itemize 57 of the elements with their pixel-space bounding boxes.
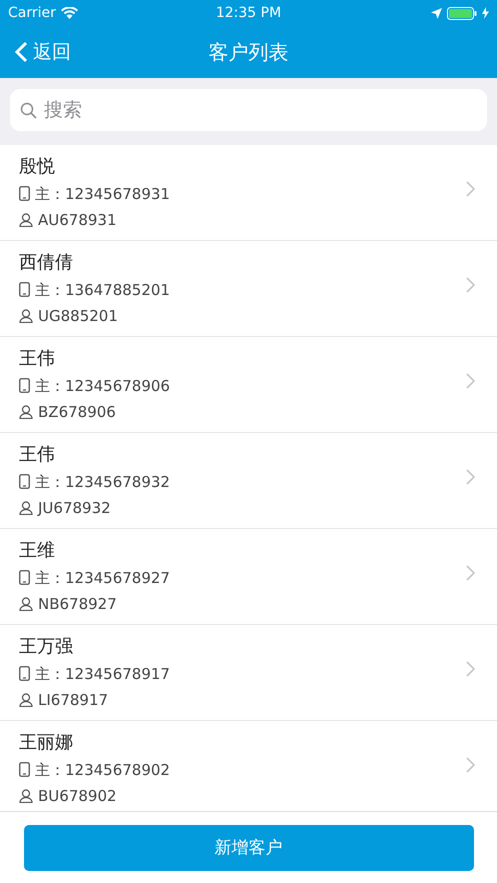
customer-code: AU678931 <box>38 210 117 230</box>
phone-icon <box>19 474 30 489</box>
phone-icon <box>19 570 30 585</box>
phone-number: 主：12345678932 <box>35 472 170 492</box>
person-icon <box>19 404 33 418</box>
customer-code: LI678917 <box>38 690 108 710</box>
customer-row[interactable]: 王伟 主：12345678932 JU678932 <box>0 433 497 529</box>
chevron-icon <box>466 276 475 292</box>
battery-icon <box>447 6 477 20</box>
phone-number: 主：13647885201 <box>35 280 170 300</box>
customer-code: BZ678906 <box>38 402 116 422</box>
page-title: 客户列表 <box>208 38 290 66</box>
person-icon <box>19 500 33 514</box>
customer-name: 王伟 <box>19 348 56 370</box>
chevron-icon <box>466 564 475 580</box>
customer-name: 王丽娜 <box>19 732 74 754</box>
customer-name: 王万强 <box>19 636 74 658</box>
person-icon <box>19 692 33 706</box>
back-icon <box>15 41 28 63</box>
person-icon <box>19 596 33 610</box>
phone-icon <box>19 666 30 681</box>
chevron-icon <box>466 660 475 676</box>
phone-icon <box>19 762 30 777</box>
charging-icon <box>482 7 489 19</box>
person-icon <box>19 788 33 802</box>
phone-number: 主：12345678927 <box>35 568 170 588</box>
customer-row[interactable]: 王万强 主：12345678917 LI678917 <box>0 625 497 721</box>
search-field[interactable]: 搜索 <box>10 89 487 131</box>
phone-number: 主：12345678917 <box>35 664 170 684</box>
customer-code: BU678902 <box>38 786 117 806</box>
phone-icon <box>19 378 30 393</box>
customer-code: JU678932 <box>38 498 111 518</box>
phone-number: 主：12345678906 <box>35 376 170 396</box>
location-icon <box>431 8 442 18</box>
phone-icon <box>19 282 30 297</box>
chevron-icon <box>466 180 475 196</box>
customer-name: 西倩倩 <box>19 252 74 274</box>
chevron-icon <box>466 756 475 772</box>
phone-number: 主：12345678931 <box>35 184 170 204</box>
customer-row[interactable]: 殷悦 主：12345678931 AU678931 <box>0 145 497 241</box>
time-text: 12:35 PM <box>214 5 282 21</box>
person-icon <box>19 308 33 322</box>
chevron-icon <box>466 372 475 388</box>
customer-code: UG885201 <box>38 306 118 326</box>
chevron-icon <box>466 468 475 484</box>
customer-row[interactable]: 王维 主：12345678927 NB678927 <box>0 529 497 625</box>
customer-row[interactable]: 王伟 主：12345678906 BZ678906 <box>0 337 497 433</box>
person-icon <box>19 212 33 226</box>
customer-code: NB678927 <box>38 594 117 614</box>
wifi-icon <box>60 7 78 19</box>
phone-number: 主：12345678902 <box>35 760 170 780</box>
phone-icon <box>19 186 30 201</box>
customer-name: 殷悦 <box>19 156 56 178</box>
customer-name: 王维 <box>19 540 56 562</box>
customer-row[interactable]: 西倩倩 主：13647885201 UG885201 <box>0 241 497 337</box>
carrier-text: Carrier <box>8 5 56 21</box>
customer-name: 王伟 <box>19 444 56 466</box>
